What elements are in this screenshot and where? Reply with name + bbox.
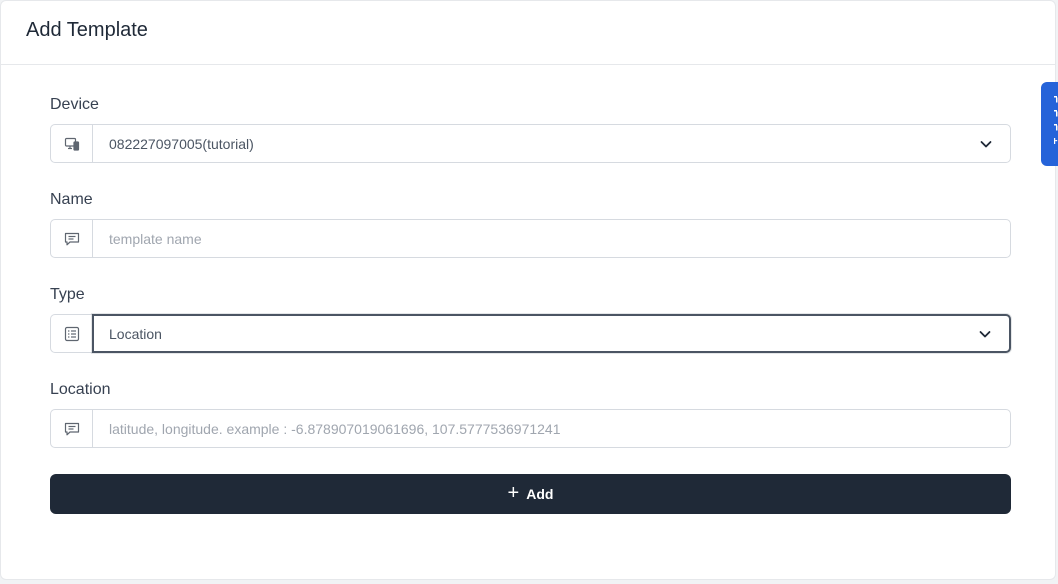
side-panel-tab[interactable] [1041,82,1058,166]
device-select[interactable]: 082227097005(tutorial) [92,124,1011,163]
add-button[interactable]: + Add [50,474,1011,514]
type-input-group: Location [50,314,1011,353]
name-input-group [50,219,1011,258]
location-label: Location [50,381,111,398]
device-field: Device 082227097005(tutorial) [50,95,1011,163]
list-icon [64,326,79,341]
device-input-group: 082227097005(tutorial) [50,124,1011,163]
name-control [92,219,1011,258]
type-addon [50,314,92,353]
name-addon [50,219,92,258]
chevron-down-icon [980,140,992,147]
card-header: Add Template [1,1,1055,65]
name-field: Name [50,190,1011,258]
location-input[interactable] [109,420,994,437]
location-addon [50,409,92,448]
location-field: Location [50,380,1011,448]
devices-icon [64,137,79,151]
plus-icon: + [507,482,520,504]
device-label: Device [50,96,99,113]
location-control [92,409,1011,448]
name-input[interactable] [109,230,994,247]
device-addon [50,124,92,163]
type-select-value: Location [109,325,162,342]
page-title: Add Template [26,19,148,41]
add-template-card: Add Template Device 082227097005(tutoria… [0,0,1056,580]
type-select[interactable]: Location [92,314,1011,353]
side-tab-icon [1054,96,1058,144]
type-field: Type Location [50,285,1011,353]
type-label: Type [50,286,85,303]
device-select-value: 082227097005(tutorial) [109,135,254,152]
chevron-down-icon [979,330,991,337]
message-icon [64,422,79,435]
location-input-group [50,409,1011,448]
message-icon [64,232,79,245]
name-label: Name [50,191,93,208]
add-button-label: Add [526,486,554,502]
